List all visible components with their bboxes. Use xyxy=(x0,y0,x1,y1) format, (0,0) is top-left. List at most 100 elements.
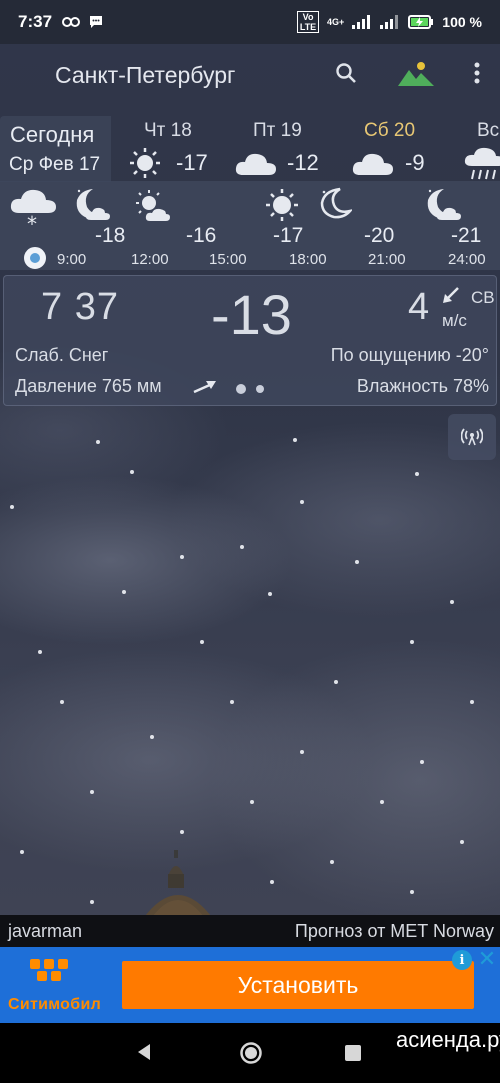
hourly-time: 24:00 xyxy=(448,251,486,268)
author-label[interactable]: javarman xyxy=(8,921,82,942)
snowflake xyxy=(230,700,234,704)
page-indicator xyxy=(236,384,264,394)
weather-condition: Слаб. Снег xyxy=(15,345,109,365)
search-icon[interactable] xyxy=(334,61,358,85)
broadcast-icon xyxy=(461,428,483,446)
ad-info-icon[interactable]: i xyxy=(452,950,472,970)
hourly-temp: -21 xyxy=(451,224,482,247)
wind-arrow-icon xyxy=(443,287,459,303)
day-name: Сб 20 xyxy=(364,120,416,141)
ad-banner[interactable]: Ситимобил Установить i ✕ xyxy=(0,947,500,1023)
snow-cloud-icon: * xyxy=(10,189,56,231)
chat-bubble-icon xyxy=(90,16,103,28)
snowflake xyxy=(122,590,126,594)
snowflake xyxy=(410,890,414,894)
sun-cloud-icon xyxy=(136,190,170,221)
snowflake xyxy=(200,640,204,644)
snowflake xyxy=(10,505,14,509)
more-vert-icon[interactable] xyxy=(474,61,480,85)
moon-icon xyxy=(320,187,352,219)
hourly-time: 15:00 xyxy=(209,251,247,268)
snowflake xyxy=(300,750,304,754)
current-time-marker xyxy=(24,247,46,269)
snowflake xyxy=(96,440,100,444)
today-date: Ср Фев 17 xyxy=(9,154,101,175)
cathedral-dome-image xyxy=(142,850,214,920)
watermark: асиенда.ру xyxy=(396,1027,500,1052)
snowflake xyxy=(415,472,419,476)
radar-button[interactable] xyxy=(448,414,496,460)
hourly-temp: -20 xyxy=(364,224,395,247)
snowflake xyxy=(300,500,304,504)
snowflake xyxy=(20,850,24,854)
snowflake xyxy=(240,545,244,549)
svg-text:*: * xyxy=(27,212,37,231)
hourly-temp: -17 xyxy=(273,224,304,247)
current-temperature: -13 xyxy=(211,283,292,346)
wind-direction: СВ xyxy=(471,288,495,307)
snowflake xyxy=(460,840,464,844)
rain-cloud-icon xyxy=(464,147,500,180)
snowflake xyxy=(130,470,134,474)
day-item[interactable]: Вс xyxy=(462,118,500,180)
snowflake xyxy=(450,600,454,604)
snowflake xyxy=(60,700,64,704)
day-item[interactable]: Чт 18 -17 xyxy=(128,118,238,180)
status-time: 7:37 xyxy=(18,12,53,31)
snowflake xyxy=(420,760,424,764)
current-time: 7 37 xyxy=(41,286,119,328)
page-dot xyxy=(236,384,246,394)
day-temp: -12 xyxy=(287,150,319,175)
snowflake xyxy=(470,700,474,704)
sun-icon xyxy=(266,189,298,221)
snowflake xyxy=(250,800,254,804)
snowflake xyxy=(268,592,272,596)
network-type: 4G+ xyxy=(327,17,345,27)
city-title[interactable]: Санкт-Петербург xyxy=(55,62,235,89)
pressure: Давление 765 мм xyxy=(15,376,162,396)
day-name: Чт 18 xyxy=(144,120,192,141)
hourly-temp: -16 xyxy=(186,224,217,247)
ad-close-icon[interactable]: ✕ xyxy=(476,948,498,970)
cloud-icon xyxy=(235,153,276,175)
snowflake xyxy=(334,680,338,684)
wind-speed: 4 xyxy=(408,286,430,328)
status-bar: 7:37 Vo LTE 4G+ 100 % xyxy=(0,0,500,44)
current-conditions-card[interactable]: 7 37 -13 4 СВ м/с Слаб. Снег По ощущению… xyxy=(3,275,497,406)
recent-apps-icon[interactable] xyxy=(345,1045,361,1061)
snowflake xyxy=(180,830,184,834)
signal-icon-2 xyxy=(380,15,399,29)
day-item[interactable]: Пт 19 -12 xyxy=(235,118,345,180)
landscape-icon[interactable] xyxy=(398,60,434,86)
hourly-forecast-panel[interactable]: * -18 -16 -17 -20 -21 9:00 12:00 15:00 1… xyxy=(0,181,500,270)
provider-label[interactable]: Прогноз от MET Norway xyxy=(295,921,494,942)
day-name: Пт 19 xyxy=(253,120,302,141)
install-button[interactable]: Установить xyxy=(122,961,474,1009)
snowflake xyxy=(38,650,42,654)
day-temp: -17 xyxy=(176,150,208,175)
pressure-trend-icon xyxy=(193,381,216,394)
feels-like: По ощущению -20° xyxy=(330,345,489,365)
snowflake xyxy=(330,860,334,864)
back-icon[interactable] xyxy=(136,1043,152,1061)
ad-brand-name: Ситимобил xyxy=(8,996,102,1013)
moon-cloud-icon xyxy=(427,189,461,220)
snowflake xyxy=(293,438,297,442)
snowflake xyxy=(355,560,359,564)
day-temp: -9 xyxy=(405,150,425,175)
wind-unit: м/с xyxy=(442,311,467,330)
day-today-tab[interactable]: Сегодня Ср Фев 17 xyxy=(0,116,111,182)
today-label: Сегодня xyxy=(10,122,95,147)
hourly-time: 18:00 xyxy=(289,251,327,268)
signal-icon xyxy=(352,15,371,29)
home-icon[interactable] xyxy=(239,1041,263,1065)
page-dot xyxy=(256,385,264,393)
snowflake xyxy=(410,640,414,644)
day-name: Вс xyxy=(477,120,500,141)
snowflake xyxy=(180,555,184,559)
link-icon xyxy=(62,17,81,27)
app-bar: Санкт-Петербург xyxy=(0,44,500,106)
day-item[interactable]: Сб 20 -9 xyxy=(352,118,462,180)
snowflake xyxy=(270,880,274,884)
battery-charging-icon xyxy=(408,15,434,29)
